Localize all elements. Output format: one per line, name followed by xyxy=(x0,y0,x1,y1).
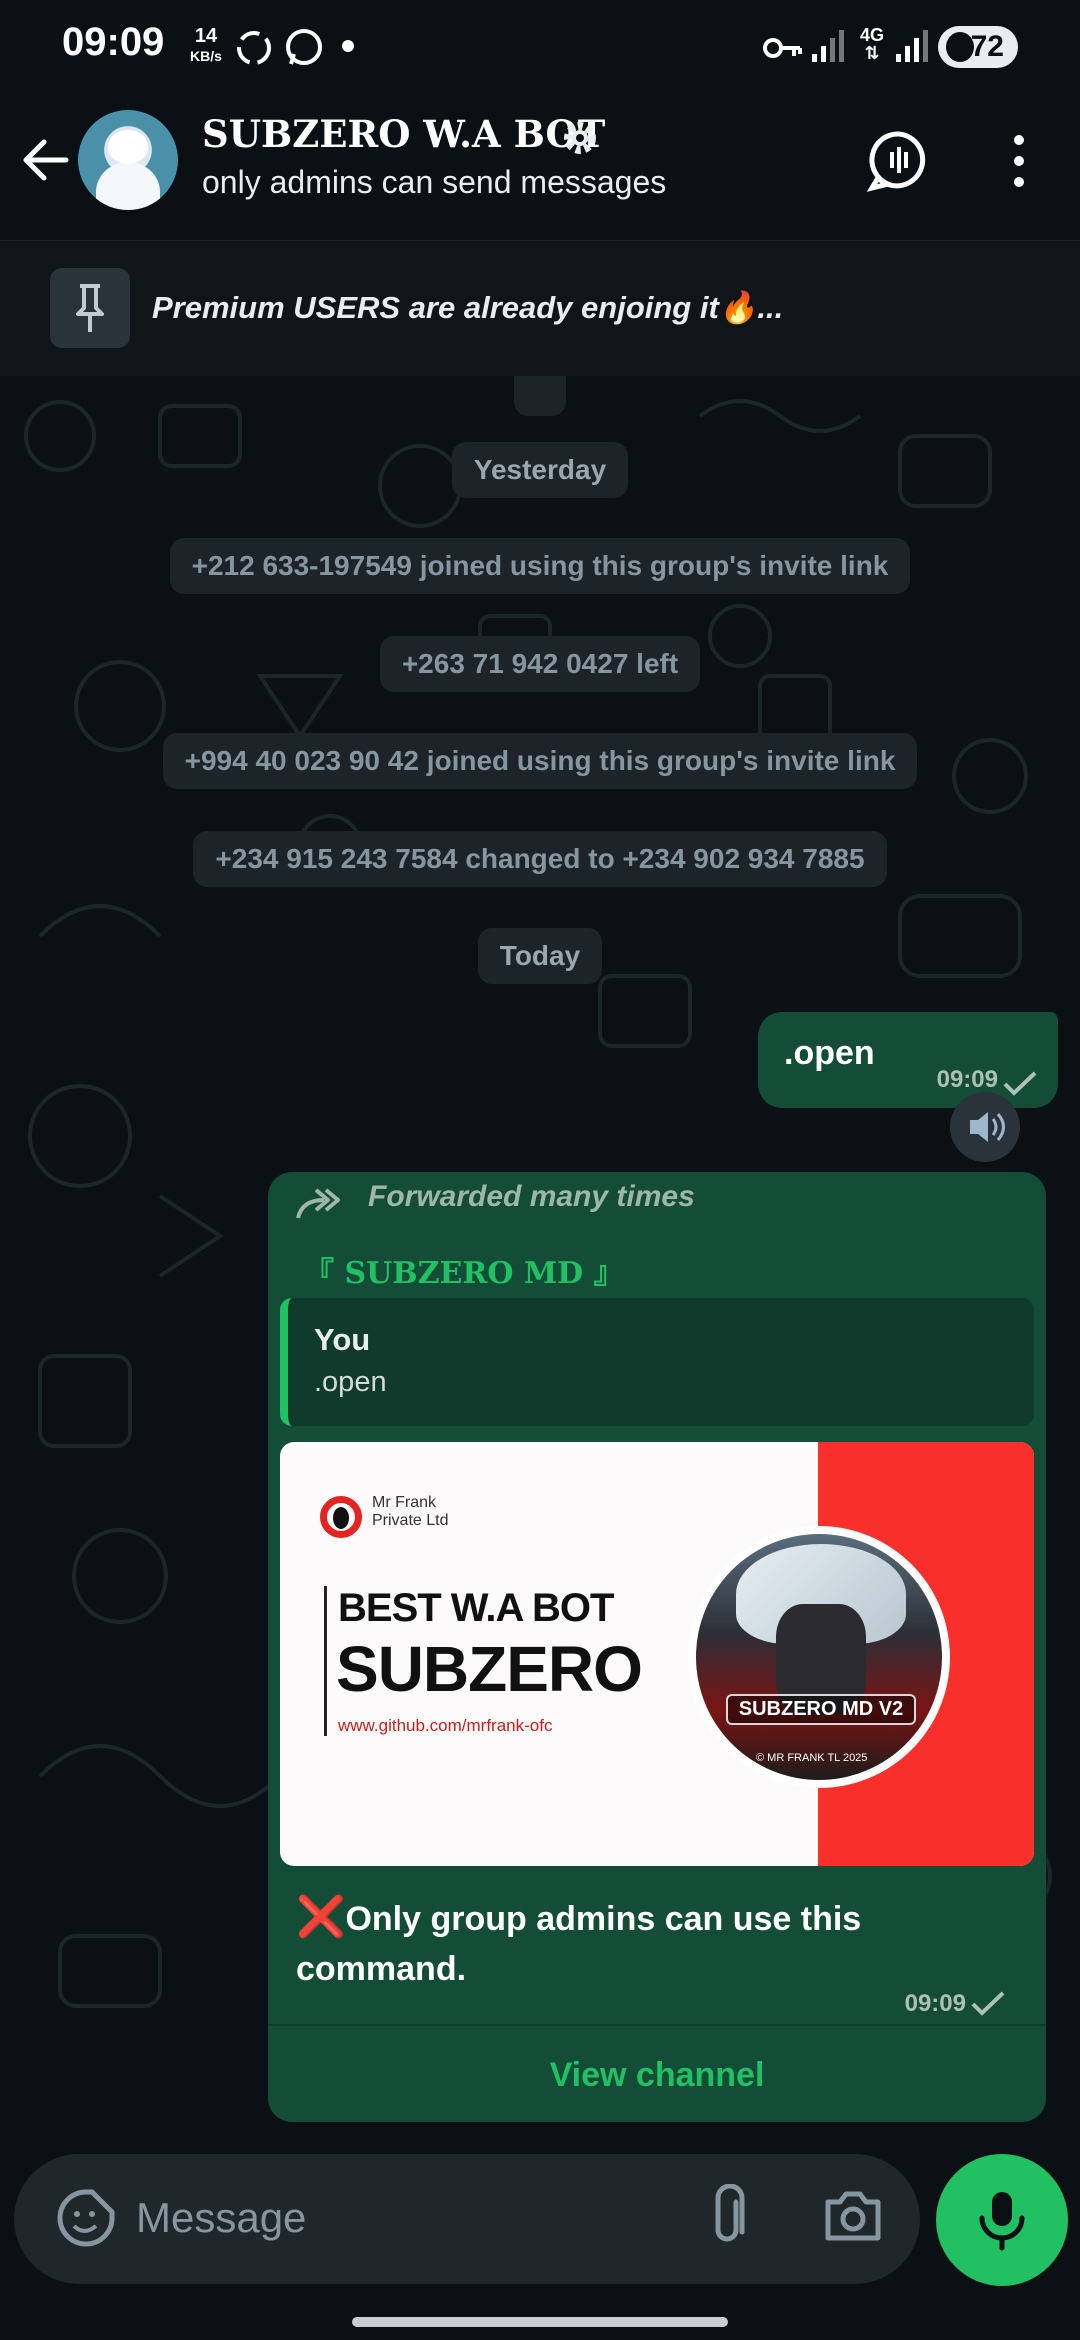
chat-header: SUBZERO W.A BOT only admins can send mes… xyxy=(0,92,1080,241)
message-field[interactable]: Message xyxy=(136,2194,306,2242)
quoted-sender: You xyxy=(314,1322,371,1357)
gesture-navigation-bar[interactable] xyxy=(352,2317,728,2327)
pin-icon xyxy=(50,268,130,348)
group-title[interactable]: SUBZERO W.A BOT xyxy=(202,112,605,156)
date-separator-yesterday: Yesterday xyxy=(0,442,1080,498)
message-time: 09:09 xyxy=(904,1990,966,2017)
battery-indicator: 72 xyxy=(938,26,1018,68)
message-time: 09:09 xyxy=(936,1066,998,1093)
system-message-left: +263 71 942 0427 left xyxy=(0,636,1080,692)
forward-icon xyxy=(294,1186,344,1222)
attachment-paperclip-icon[interactable] xyxy=(700,2183,756,2250)
gear-icon xyxy=(560,118,600,158)
network-type: 4G ⇅ xyxy=(860,25,885,63)
avatar-figure-body xyxy=(96,162,160,210)
view-channel-button[interactable]: View channel xyxy=(268,2028,1046,2122)
sticker-emoji-icon[interactable] xyxy=(56,2188,116,2248)
sync-icon xyxy=(232,26,276,75)
forwarded-label: Forwarded many times xyxy=(368,1180,695,1213)
error-message-text: Only group admins can use this command. xyxy=(296,1900,862,1988)
banner-headline: BEST W.A BOT xyxy=(338,1586,614,1630)
chat-messages-area[interactable]: Yesterday +212 633-197549 joined using t… xyxy=(0,376,1080,2152)
network-speed-unit: KB/s xyxy=(190,48,222,64)
system-message-join-2: +994 40 023 90 42 joined using this grou… xyxy=(0,733,1080,789)
error-message: ❌ Only group admins can use this command… xyxy=(296,1892,1016,1994)
signal-icon-sim1 xyxy=(808,26,848,71)
card-divider xyxy=(268,2024,1046,2026)
whatsapp-notification-icon xyxy=(282,26,326,75)
status-time: 09:09 xyxy=(62,20,165,64)
date-separator-previous xyxy=(0,376,1080,416)
more-options-icon[interactable] xyxy=(984,126,1054,196)
banner-url: www.github.com/mrfrank-ofc xyxy=(338,1716,553,1735)
back-arrow-icon[interactable] xyxy=(18,132,74,188)
date-separator-today: Today xyxy=(0,928,1080,984)
voice-message-button[interactable] xyxy=(936,2154,1068,2286)
banner-character-portrait: SUBZERO MD V2 © MR FRANK TL 2025 xyxy=(688,1526,950,1788)
pinned-message-bar[interactable]: Premium USERS are already enjoing it🔥... xyxy=(0,241,1080,377)
speaker-reaction-icon[interactable] xyxy=(950,1092,1020,1162)
battery-level: 72 xyxy=(970,30,1004,63)
message-input-bar[interactable]: Message xyxy=(14,2154,920,2284)
vpn-key-icon xyxy=(760,26,804,75)
network-speed: 14 KB/s xyxy=(190,26,222,66)
avatar-figure-head xyxy=(108,130,148,164)
system-message-join-1: +212 633-197549 joined using this group'… xyxy=(0,538,1080,594)
company-logo-icon xyxy=(320,1496,362,1538)
banner-bot-name: SUBZERO xyxy=(336,1633,643,1705)
outgoing-message-text: .open xyxy=(784,1034,875,1072)
quoted-text: .open xyxy=(314,1366,387,1398)
status-bar: 09:09 14 KB/s 4G ⇅ 72 xyxy=(0,0,1080,92)
network-speed-value: 14 xyxy=(194,25,218,47)
group-subtitle: only admins can send messages xyxy=(202,164,667,200)
banner-badge-text: SUBZERO MD V2 xyxy=(726,1694,916,1725)
quoted-message[interactable]: You .open xyxy=(280,1298,1034,1426)
camera-icon[interactable] xyxy=(822,2188,884,2244)
banner-copyright: © MR FRANK TL 2025 xyxy=(756,1752,868,1764)
signal-icon-sim2 xyxy=(892,26,932,71)
notification-dot xyxy=(342,40,354,52)
banner-divider xyxy=(324,1586,327,1736)
microphone-icon xyxy=(979,2192,1025,2251)
group-avatar[interactable] xyxy=(78,110,178,210)
company-name: Mr Frank Private Ltd xyxy=(372,1494,449,1529)
bot-banner-image[interactable]: Mr Frank Private Ltd BEST W.A BOT SUBZER… xyxy=(280,1442,1034,1866)
forwarded-message-card[interactable]: Forwarded many times 『 SUBZERO MD 』 You … xyxy=(268,1172,1046,2122)
pinned-message-text: Premium USERS are already enjoing it🔥... xyxy=(152,290,784,325)
cross-mark-icon: ❌ xyxy=(296,1895,346,1939)
sent-check-icon xyxy=(970,1990,1006,2016)
channel-name[interactable]: 『 SUBZERO MD 』 xyxy=(304,1248,624,1292)
voice-chat-icon[interactable] xyxy=(864,126,934,196)
system-message-number-change: +234 915 243 7584 changed to +234 902 93… xyxy=(0,831,1080,887)
charging-icon xyxy=(946,32,974,62)
